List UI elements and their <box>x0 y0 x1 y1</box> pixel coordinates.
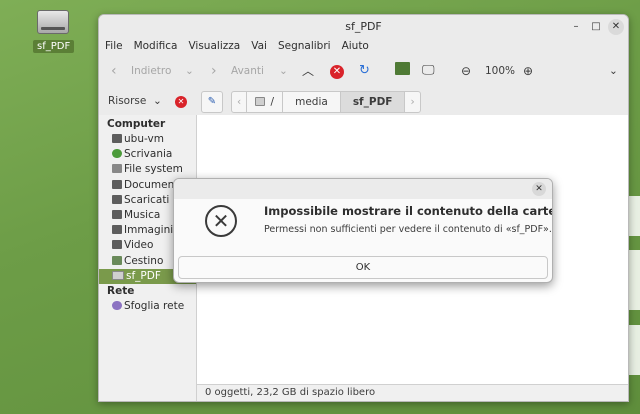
trash-icon <box>112 255 122 265</box>
error-icon: ✕ <box>205 205 237 237</box>
desktop-icon <box>112 149 122 159</box>
close-icon: ✕ <box>175 96 187 108</box>
forward-arrow-icon[interactable]: › <box>211 55 217 87</box>
drive-icon <box>112 270 124 280</box>
computer-icon[interactable]: 🖵 <box>422 55 435 87</box>
dialog-message: Permessi non sufficienti per vedere il c… <box>264 224 552 235</box>
ok-button[interactable]: OK <box>178 256 548 279</box>
minimize-button[interactable]: – <box>568 19 584 35</box>
sidebar-selector[interactable]: Risorse <box>108 87 146 115</box>
close-window-button[interactable]: ✕ <box>608 19 624 35</box>
filesystem-icon <box>112 164 122 174</box>
sidebar-item-scrivania[interactable]: Scrivania <box>99 147 196 162</box>
home-folder-icon <box>395 62 410 75</box>
back-arrow-icon[interactable]: ‹ <box>111 55 117 87</box>
breadcrumb-right-arrow-icon[interactable]: › <box>405 92 419 112</box>
zoom-out-icon[interactable]: ⊖ <box>461 55 471 87</box>
sidebar-item-file-system[interactable]: File system <box>99 162 196 177</box>
stop-icon: ✕ <box>330 65 344 79</box>
sidebar-header-computer: Computer <box>107 118 166 130</box>
forward-dropdown-chevron-icon[interactable]: ⌄ <box>279 55 288 87</box>
folder-icon <box>112 225 122 235</box>
wallpaper-decoration <box>629 250 640 310</box>
edit-location-button[interactable]: ✎ <box>201 91 223 113</box>
toolbar: ‹ Indietro ⌄ › Avanti ⌄ ︿ ✕ ↻ 🖵 ⊖ 100% ⊕… <box>99 55 628 87</box>
zoom-in-icon[interactable]: ⊕ <box>523 55 533 87</box>
breadcrumb-media[interactable]: media <box>283 92 341 112</box>
folder-icon <box>112 194 122 204</box>
drive-icon <box>37 10 69 34</box>
up-folder-icon[interactable]: ︿ <box>302 55 314 87</box>
location-bar: Risorse ⌄ ✕ ✎ ‹ / media sf_PDF › <box>99 87 628 116</box>
forward-button[interactable]: Avanti <box>231 55 264 87</box>
dialog-title-bar[interactable]: ✕ <box>174 179 552 199</box>
breadcrumb-root[interactable]: / <box>247 92 284 112</box>
menu-visualizza[interactable]: Visualizza <box>188 39 240 55</box>
sidebar-selector-chevron-icon[interactable]: ⌄ <box>153 87 162 115</box>
menu-file[interactable]: File <box>105 39 123 55</box>
desktop-drive-label: sf_PDF <box>33 40 75 53</box>
maximize-button[interactable]: □ <box>588 19 604 35</box>
status-bar: 0 oggetti, 23,2 GB di spazio libero <box>197 384 628 401</box>
sidebar-item-ubu-vm[interactable]: ubu-vm <box>99 132 196 147</box>
error-dialog: ✕ ✕ Impossibile mostrare il contenuto de… <box>173 178 553 283</box>
folder-icon <box>112 179 122 189</box>
zoom-level: 100% <box>485 65 516 77</box>
home-folder-button[interactable] <box>395 55 412 87</box>
menu-segnalibri[interactable]: Segnalibri <box>278 39 331 55</box>
reload-icon[interactable]: ↻ <box>359 55 370 87</box>
desktop-drive-shortcut[interactable]: sf_PDF <box>33 10 75 53</box>
sidebar-header-rete: Rete <box>107 284 135 297</box>
title-bar[interactable]: sf_PDF – □ ✕ <box>99 15 628 39</box>
drive-icon <box>255 97 266 106</box>
folder-icon <box>112 134 122 143</box>
window-title: sf_PDF <box>345 20 382 33</box>
back-dropdown-chevron-icon[interactable]: ⌄ <box>185 55 194 87</box>
menu-vai[interactable]: Vai <box>251 39 267 55</box>
back-button[interactable]: Indietro <box>131 55 171 87</box>
folder-icon <box>112 240 122 250</box>
toolbar-menu-chevron-icon[interactable]: ⌄ <box>609 55 618 87</box>
folder-icon <box>112 209 122 219</box>
sidebar-item-sfoglia-rete[interactable]: Sfoglia rete <box>99 299 196 314</box>
pencil-icon: ✎ <box>207 96 217 107</box>
network-icon <box>112 300 122 310</box>
breadcrumb-sf-pdf[interactable]: sf_PDF <box>340 92 406 112</box>
breadcrumb-left-arrow-icon[interactable]: ‹ <box>232 92 248 112</box>
close-sidebar-button[interactable]: ✕ <box>175 87 187 115</box>
menu-aiuto[interactable]: Aiuto <box>342 39 369 55</box>
menu-bar: File Modifica Visualizza Vai Segnalibri … <box>99 39 628 55</box>
dialog-close-button[interactable]: ✕ <box>532 182 546 196</box>
stop-button[interactable]: ✕ <box>330 55 344 87</box>
breadcrumb: ‹ / media sf_PDF › <box>231 91 421 113</box>
dialog-title: Impossibile mostrare il contenuto della … <box>264 204 553 218</box>
menu-modifica[interactable]: Modifica <box>134 39 178 55</box>
